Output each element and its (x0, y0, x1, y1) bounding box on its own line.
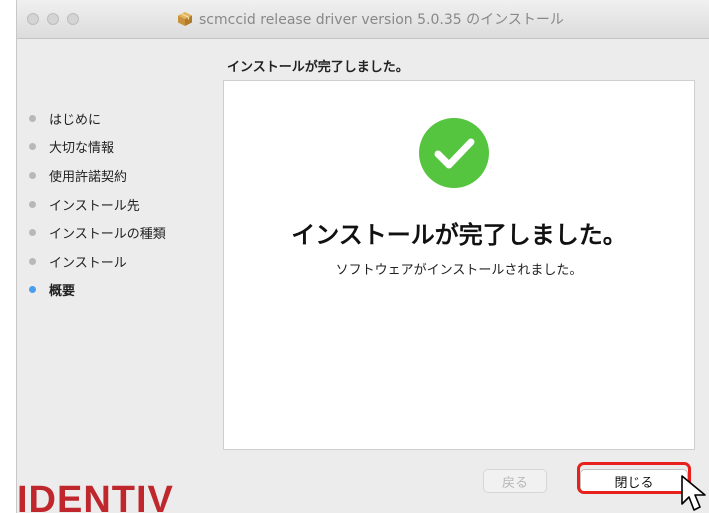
zoom-window-button[interactable] (67, 13, 79, 25)
mouse-pointer-icon (681, 475, 706, 511)
step-label: インストールの種類 (49, 227, 166, 243)
window-title-group: scmccid release driver version 5.0.35 のイ… (177, 10, 564, 28)
minimize-window-button[interactable] (47, 13, 59, 25)
step-installation: インストール (29, 247, 166, 276)
identiv-logo-icon: IDENTIV (17, 479, 174, 513)
window-title: scmccid release driver version 5.0.35 のイ… (199, 12, 564, 28)
installer-window: scmccid release driver version 5.0.35 のイ… (16, 0, 709, 513)
back-button[interactable]: 戻る (483, 469, 547, 493)
page-heading: インストールが完了しました。 (227, 60, 409, 75)
svg-text:IDENTIV: IDENTIV (17, 479, 174, 513)
step-label: インストール先 (49, 198, 140, 214)
step-summary: 概要 (29, 276, 166, 305)
step-license: 使用許諾契約 (29, 161, 166, 190)
step-installation-type: インストールの種類 (29, 218, 166, 247)
step-label: インストール (49, 255, 127, 271)
completion-message: ソフトウェアがインストールされました。 (335, 263, 583, 278)
step-read-me: 大切な情報 (29, 133, 166, 162)
installer-steps: はじめに 大切な情報 使用許諾契約 インストール先 インストールの種類 インスト… (29, 104, 166, 304)
close-button-highlight (577, 462, 691, 494)
step-bullet-icon (29, 229, 36, 237)
step-bullet-icon (29, 171, 36, 179)
identiv-logo: IDENTIV (17, 478, 193, 513)
step-destination: インストール先 (29, 190, 166, 219)
completion-title: インストールが完了しました。 (291, 221, 627, 249)
step-label: 使用許諾契約 (49, 169, 128, 185)
step-bullet-active-icon (29, 286, 36, 294)
checkmark-icon (419, 118, 489, 188)
step-label: 概要 (49, 284, 76, 300)
step-bullet-icon (29, 257, 36, 265)
step-label: 大切な情報 (49, 141, 115, 157)
content-panel: インストールが完了しました。 ソフトウェアがインストールされました。 (223, 80, 695, 450)
close-window-button[interactable] (27, 13, 39, 25)
step-introduction: はじめに (29, 104, 166, 133)
step-bullet-icon (29, 114, 36, 122)
step-bullet-icon (29, 200, 36, 208)
package-icon (178, 12, 192, 26)
title-bar[interactable]: scmccid release driver version 5.0.35 のイ… (17, 0, 709, 39)
step-label: はじめに (49, 112, 102, 128)
step-bullet-icon (29, 143, 36, 151)
